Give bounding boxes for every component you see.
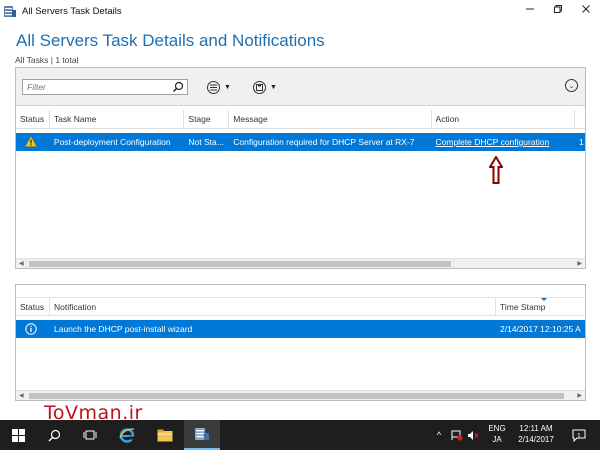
scrollbar-thumb[interactable] [29,261,451,267]
filter-box [22,79,188,95]
close-button[interactable] [572,0,600,18]
scroll-left-icon[interactable]: ◀ [19,260,24,267]
language-code: ENG [488,424,506,433]
column-status[interactable]: Status [16,298,50,315]
column-notification[interactable]: Notification [50,298,496,315]
task-view-button[interactable] [72,420,108,450]
volume-button[interactable] [466,420,480,450]
status-cell [16,320,50,338]
column-status[interactable]: Status [16,110,50,128]
column-stage[interactable]: Stage [184,110,230,128]
task-name-cell: Post-deployment Configuration [53,137,171,147]
input-language-indicator[interactable]: ENG JA [486,423,508,445]
windows-logo-icon [11,428,25,442]
search-icon[interactable] [172,81,184,93]
scrollbar-thumb[interactable] [29,393,564,399]
table-row[interactable]: Post-deployment Configuration Not Sta...… [16,133,585,151]
search-icon [48,429,60,441]
scroll-right-icon[interactable]: ▶ [577,260,582,267]
column-task-name[interactable]: Task Name [50,110,185,128]
notifications-panel: Status Notification Time Stamp Launch th… [15,284,586,401]
close-icon [582,5,590,13]
notification-cell: Launch the DHCP post-install wizard [54,324,193,334]
column-time-stamp-label: Time Stamp [500,302,546,312]
chevron-down-icon: ⌄ [568,82,575,90]
stage-cell: Not Sta... [188,137,224,147]
restore-icon [554,5,562,13]
minimize-icon [526,8,534,10]
window-title: All Servers Task Details [22,5,122,17]
volume-muted-icon [468,430,479,440]
notifications-button[interactable]: 1 [566,420,592,450]
clock-date: 2/14/2017 [518,435,554,444]
save-query-button[interactable]: ▼ [253,80,277,94]
filter-input[interactable] [23,80,168,94]
scroll-left-icon[interactable]: ◀ [19,392,24,399]
clock-time: 12:11 AM [519,424,553,433]
tasks-horizontal-scrollbar[interactable]: ◀ ▶ [16,258,585,268]
chevron-down-icon: ▼ [224,83,231,91]
save-icon [253,80,266,94]
tasks-toolbar: ▼ ▼ ⌄ [16,68,585,106]
list-icon [207,80,220,94]
flag-icon [451,430,463,441]
status-cell [16,133,50,151]
overflow-cell: 1 [579,137,584,147]
server-manager-icon [195,428,209,440]
internet-explorer-button[interactable] [108,420,146,450]
keyboard-layout: JA [492,435,502,444]
task-count: All Tasks | 1 total [15,55,79,65]
notification-count-badge: 1 [577,433,581,440]
action-center-tray-button[interactable] [448,420,466,450]
minimize-button[interactable] [516,0,544,18]
file-explorer-button[interactable] [146,420,184,450]
page-title: All Servers Task Details and Notificatio… [16,31,325,50]
column-action[interactable]: Action [432,110,576,128]
start-button[interactable] [0,420,36,450]
warning-icon [25,135,37,147]
task-view-icon [83,430,97,440]
complete-dhcp-configuration-link[interactable]: Complete DHCP configuration [436,137,550,147]
annotation-arrow-icon [489,156,503,184]
table-row[interactable]: Launch the DHCP post-install wizard 2/14… [16,320,585,338]
clock[interactable]: 12:11 AM 2/14/2017 [510,423,562,445]
column-overflow [575,110,585,128]
expand-button[interactable]: ⌄ [565,79,578,92]
taskbar: ^ ENG JA 12:11 AM 2/14/2017 1 [0,420,600,450]
title-bar: All Servers Task Details [0,0,600,22]
scroll-right-icon[interactable]: ▶ [577,392,582,399]
show-hidden-icons-button[interactable]: ^ [432,420,446,450]
sort-descending-icon [541,298,547,301]
action-cell: Complete DHCP configuration [432,133,575,151]
server-manager-taskbar-button[interactable] [184,420,220,450]
column-time-stamp[interactable]: Time Stamp [496,298,585,315]
chevron-up-icon: ^ [436,430,442,440]
column-message[interactable]: Message [229,110,432,128]
notifications-column-header: Status Notification Time Stamp [16,297,585,316]
search-button[interactable] [36,420,72,450]
info-icon [25,323,37,335]
message-cell: Configuration required for DHCP Server a… [233,137,415,147]
list-options-button[interactable]: ▼ [207,80,231,94]
chevron-down-icon: ▼ [270,83,277,91]
server-manager-icon [4,6,16,17]
folder-icon [157,429,173,441]
tasks-column-header: Status Task Name Stage Message Action [16,110,585,129]
notifications-horizontal-scrollbar[interactable]: ◀ ▶ [16,390,585,400]
timestamp-cell: 2/14/2017 12:10:25 A [500,324,581,334]
restore-button[interactable] [544,0,572,18]
internet-explorer-icon [119,428,135,443]
